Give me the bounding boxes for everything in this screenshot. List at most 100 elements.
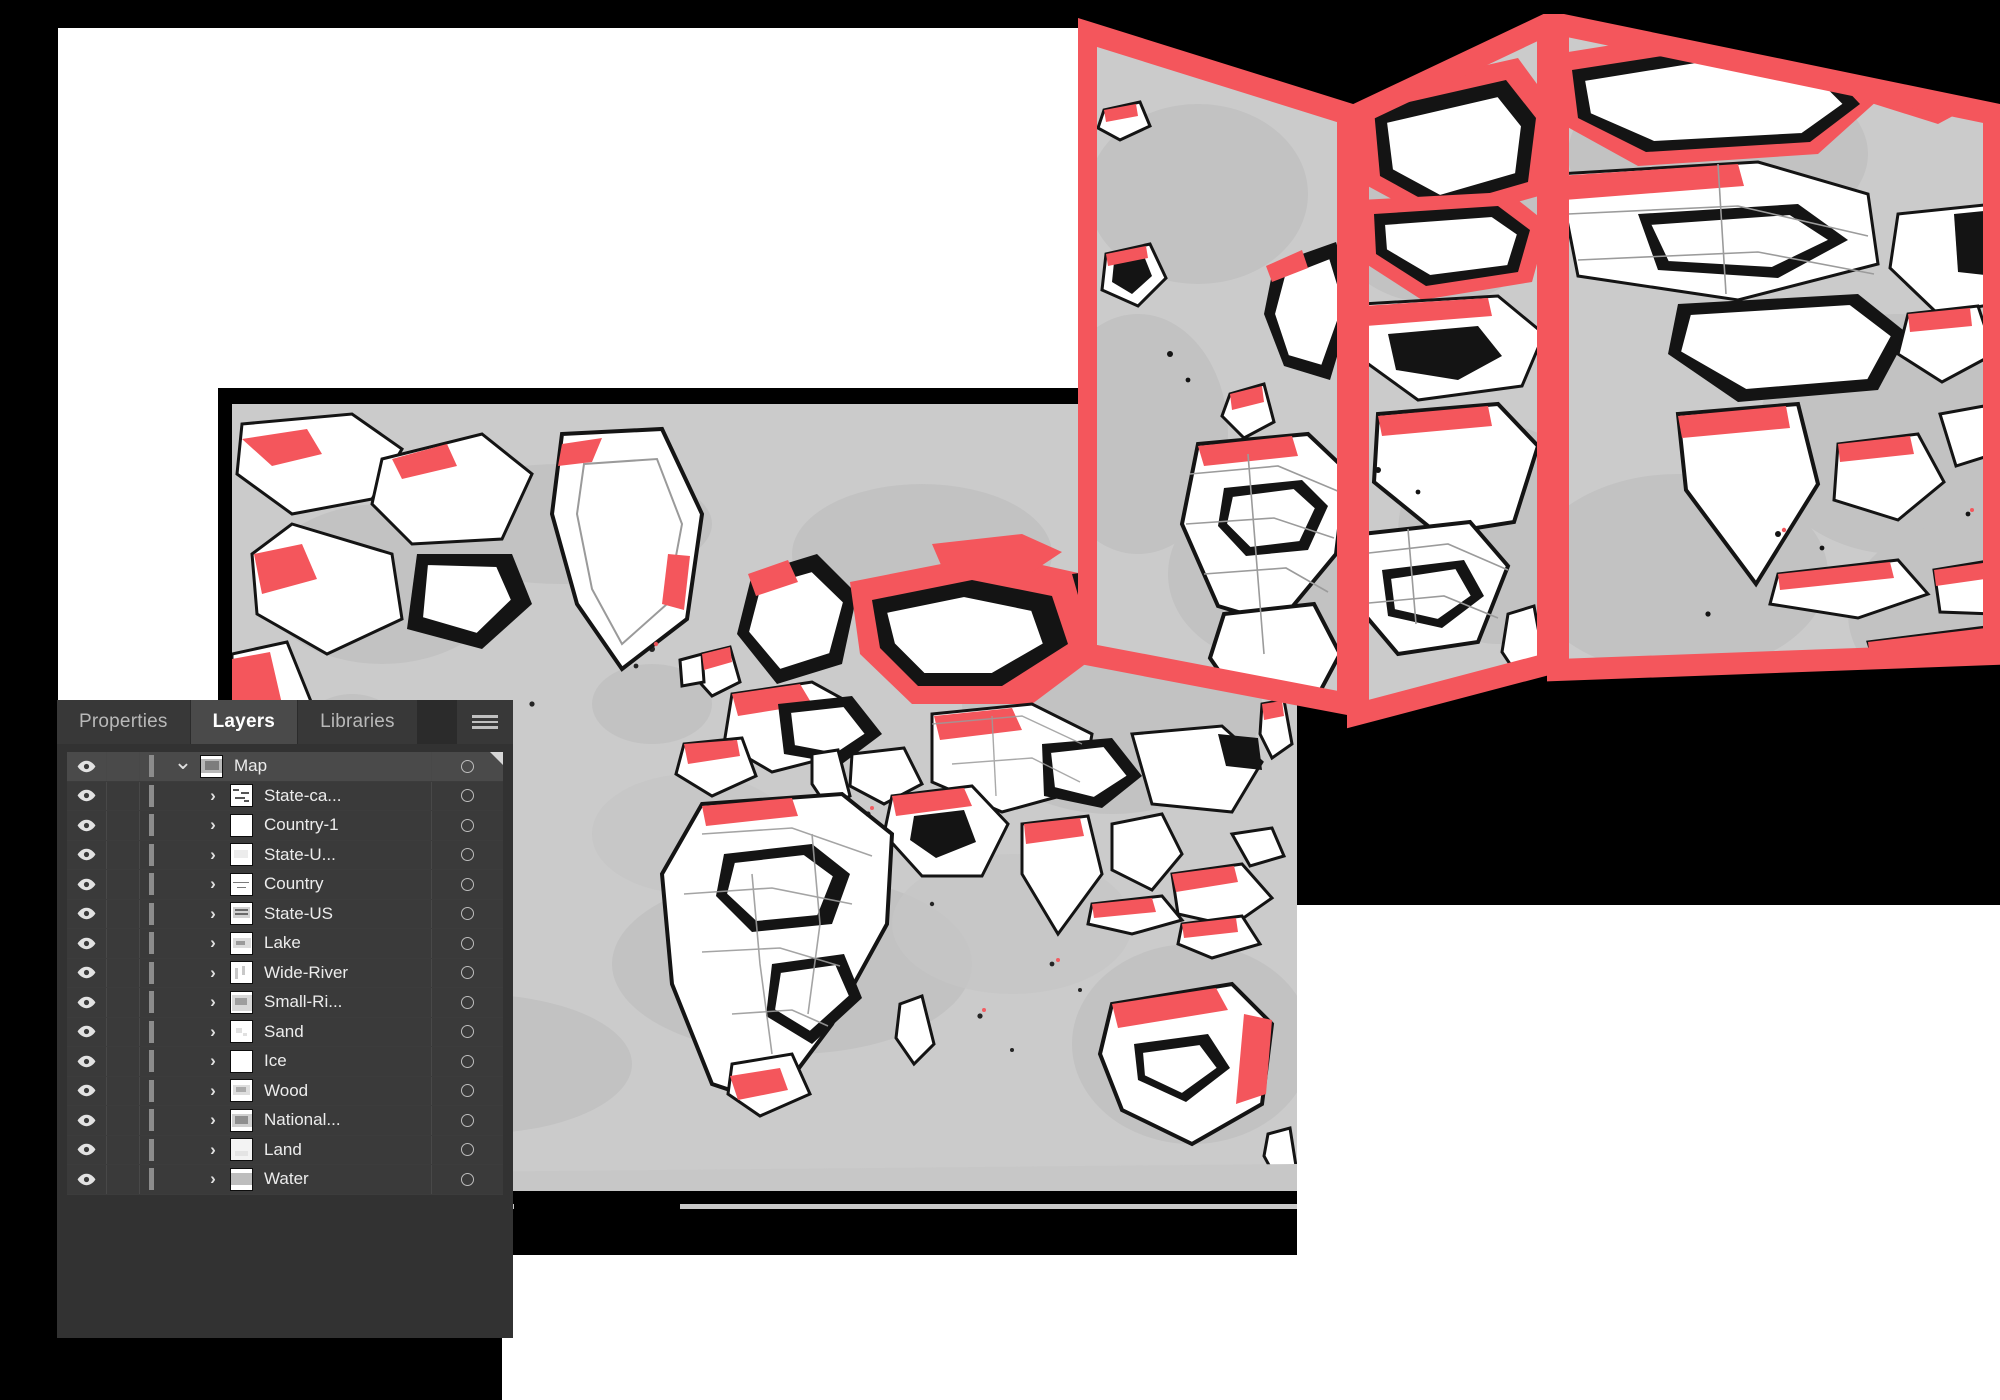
layer-lock-cell[interactable]: [107, 1135, 140, 1164]
layer-target-cell[interactable]: [431, 1165, 503, 1194]
layer-thumbnail[interactable]: [230, 1108, 253, 1132]
target-ring-icon[interactable]: [461, 1113, 474, 1127]
layer-visibility-toggle[interactable]: [67, 870, 107, 899]
layer-visibility-toggle[interactable]: [67, 811, 107, 840]
layer-row[interactable]: › State-U...: [67, 840, 503, 870]
layer-target-cell[interactable]: [431, 1047, 503, 1076]
layer-thumbnail[interactable]: [230, 1079, 253, 1103]
target-ring-icon[interactable]: [461, 966, 474, 980]
layer-row[interactable]: › Country-1: [67, 811, 503, 841]
layer-visibility-toggle[interactable]: [67, 1165, 107, 1194]
target-ring-icon[interactable]: [461, 995, 474, 1009]
layer-thumbnail[interactable]: [230, 843, 253, 867]
layer-row[interactable]: ⌄ Map: [67, 751, 503, 782]
layer-lock-cell[interactable]: [107, 1165, 140, 1194]
target-ring-icon[interactable]: [461, 1054, 474, 1068]
layer-row[interactable]: › Lake: [67, 929, 503, 959]
target-ring-icon[interactable]: [461, 818, 474, 832]
target-ring-icon[interactable]: [461, 1172, 474, 1186]
layer-lock-cell[interactable]: [107, 840, 140, 869]
chevron-right-icon[interactable]: ›: [196, 1081, 230, 1101]
layer-row[interactable]: › State-US: [67, 899, 503, 929]
target-ring-icon[interactable]: [461, 1084, 474, 1098]
layer-row[interactable]: › State-ca...: [67, 781, 503, 811]
layer-target-cell[interactable]: [431, 1076, 503, 1105]
target-ring-icon[interactable]: [461, 789, 474, 803]
layer-row[interactable]: › Land: [67, 1135, 503, 1165]
layer-thumbnail[interactable]: [200, 754, 223, 778]
layer-thumbnail[interactable]: [230, 1020, 253, 1044]
layer-visibility-toggle[interactable]: [67, 752, 107, 781]
layer-lock-cell[interactable]: [107, 929, 140, 958]
hamburger-menu-icon[interactable]: [457, 700, 513, 744]
layer-lock-cell[interactable]: [107, 870, 140, 899]
layer-target-cell[interactable]: [431, 811, 503, 840]
layer-lock-cell[interactable]: [107, 781, 140, 810]
layer-visibility-toggle[interactable]: [67, 1076, 107, 1105]
layer-thumbnail[interactable]: [230, 902, 253, 926]
chevron-right-icon[interactable]: ›: [196, 963, 230, 983]
target-ring-icon[interactable]: [461, 907, 474, 921]
layer-visibility-toggle[interactable]: [67, 1135, 107, 1164]
layer-visibility-toggle[interactable]: [67, 899, 107, 928]
chevron-right-icon[interactable]: ›: [196, 845, 230, 865]
layer-row[interactable]: › Wide-River: [67, 958, 503, 988]
target-ring-icon[interactable]: [461, 1143, 474, 1157]
layers-panel[interactable]: Properties Layers Libraries ⌄ Map › State-c…: [57, 700, 513, 1338]
chevron-right-icon[interactable]: ›: [196, 1110, 230, 1130]
layer-visibility-toggle[interactable]: [67, 1106, 107, 1135]
layer-thumbnail[interactable]: [230, 990, 253, 1014]
chevron-right-icon[interactable]: ›: [196, 933, 230, 953]
chevron-right-icon[interactable]: ›: [196, 815, 230, 835]
layer-target-cell[interactable]: [431, 1106, 503, 1135]
target-ring-icon[interactable]: [461, 1025, 474, 1039]
layer-target-cell[interactable]: [431, 1135, 503, 1164]
layer-visibility-toggle[interactable]: [67, 929, 107, 958]
layer-visibility-toggle[interactable]: [67, 1017, 107, 1046]
folded-map-brochure[interactable]: [1078, 14, 2000, 919]
layer-target-cell[interactable]: [431, 929, 503, 958]
layer-lock-cell[interactable]: [107, 988, 140, 1017]
target-ring-icon[interactable]: [461, 759, 474, 773]
layer-visibility-toggle[interactable]: [67, 1047, 107, 1076]
chevron-down-icon[interactable]: ⌄: [166, 751, 200, 773]
target-ring-icon[interactable]: [461, 936, 474, 950]
layer-visibility-toggle[interactable]: [67, 781, 107, 810]
target-ring-icon[interactable]: [461, 877, 474, 891]
layer-thumbnail[interactable]: [230, 961, 253, 985]
layer-lock-cell[interactable]: [107, 1047, 140, 1076]
tab-libraries[interactable]: Libraries: [298, 700, 418, 744]
target-ring-icon[interactable]: [461, 848, 474, 862]
chevron-right-icon[interactable]: ›: [196, 1140, 230, 1160]
layer-lock-cell[interactable]: [107, 811, 140, 840]
map-horizontal-scrollbar-right[interactable]: [680, 1204, 1297, 1209]
layer-thumbnail[interactable]: [230, 1138, 253, 1162]
layer-list[interactable]: ⌄ Map › State-ca... › Country-1 › State-U... › Co…: [57, 744, 513, 1338]
layer-visibility-toggle[interactable]: [67, 958, 107, 987]
chevron-right-icon[interactable]: ›: [196, 1169, 230, 1189]
layer-thumbnail[interactable]: [230, 1049, 253, 1073]
layer-thumbnail[interactable]: [230, 1167, 253, 1191]
layer-thumbnail[interactable]: [230, 931, 253, 955]
layer-row[interactable]: › Wood: [67, 1076, 503, 1106]
layer-target-cell[interactable]: [431, 988, 503, 1017]
layer-lock-cell[interactable]: [107, 958, 140, 987]
layer-target-cell[interactable]: [431, 958, 503, 987]
tab-layers[interactable]: Layers: [190, 700, 299, 744]
chevron-right-icon[interactable]: ›: [196, 1022, 230, 1042]
layer-target-cell[interactable]: [431, 1017, 503, 1046]
layer-row[interactable]: › Sand: [67, 1017, 503, 1047]
layer-target-cell[interactable]: [431, 899, 503, 928]
layer-row[interactable]: › Country: [67, 870, 503, 900]
chevron-right-icon[interactable]: ›: [196, 1051, 230, 1071]
chevron-right-icon[interactable]: ›: [196, 874, 230, 894]
layer-target-cell[interactable]: [431, 870, 503, 899]
layer-lock-cell[interactable]: [107, 1076, 140, 1105]
layer-lock-cell[interactable]: [107, 1017, 140, 1046]
layer-visibility-toggle[interactable]: [67, 988, 107, 1017]
layer-thumbnail[interactable]: [230, 813, 253, 837]
layer-row[interactable]: › Water: [67, 1165, 503, 1195]
layer-target-cell[interactable]: [431, 781, 503, 810]
layer-lock-cell[interactable]: [107, 899, 140, 928]
layer-visibility-toggle[interactable]: [67, 840, 107, 869]
